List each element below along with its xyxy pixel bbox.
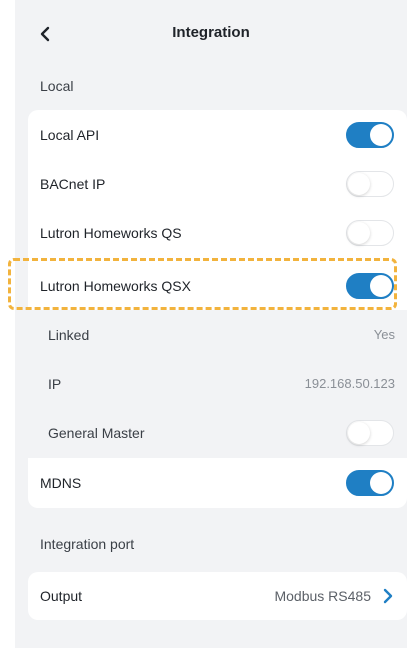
output-row-content: Output Modbus RS485 xyxy=(28,572,407,620)
linked-value: Yes xyxy=(373,327,395,342)
mdns-label: MDNS xyxy=(40,474,82,491)
ip-row: IP 192.168.50.123 xyxy=(28,359,407,408)
homeworks-qs-label: Lutron Homeworks QS xyxy=(40,224,182,241)
toggle-knob xyxy=(370,123,392,146)
general-master-label: General Master xyxy=(48,424,145,441)
toggle-knob xyxy=(348,421,370,444)
page-title: Integration xyxy=(172,24,250,41)
linked-label: Linked xyxy=(48,326,90,343)
bacnet-toggle[interactable] xyxy=(346,170,394,197)
section-label-port: Integration port xyxy=(40,536,135,552)
homeworks-qs-row: Lutron Homeworks QS xyxy=(28,208,407,257)
bacnet-row: BACnet IP xyxy=(28,159,407,208)
output-label: Output xyxy=(40,588,83,604)
output-row[interactable]: Output Modbus RS485 xyxy=(28,572,407,620)
ip-label: IP xyxy=(48,375,62,392)
integration-screen: Integration Local Local API BACnet IP Lu… xyxy=(15,0,407,648)
general-master-toggle[interactable] xyxy=(346,419,394,446)
ip-value: 192.168.50.123 xyxy=(304,376,395,391)
bacnet-label: BACnet IP xyxy=(40,175,106,192)
general-master-row: General Master xyxy=(28,408,407,457)
qsx-details: Linked Yes IP 192.168.50.123 General Mas… xyxy=(28,310,407,458)
header: Integration xyxy=(15,0,407,70)
toggle-knob xyxy=(348,221,370,244)
local-api-toggle[interactable] xyxy=(346,121,394,148)
local-api-row: Local API xyxy=(28,110,407,159)
section-label-local: Local xyxy=(40,78,74,94)
output-value: Modbus RS485 xyxy=(274,588,371,604)
toggle-knob xyxy=(348,172,370,195)
linked-row: Linked Yes xyxy=(28,310,407,359)
mdns-toggle[interactable] xyxy=(346,469,394,496)
mdns-row: MDNS xyxy=(28,458,407,507)
local-api-label: Local API xyxy=(40,126,100,143)
homeworks-qs-toggle[interactable] xyxy=(346,219,394,246)
chevron-right-icon xyxy=(383,588,393,604)
toggle-knob xyxy=(370,471,392,494)
highlight-box xyxy=(8,258,397,310)
